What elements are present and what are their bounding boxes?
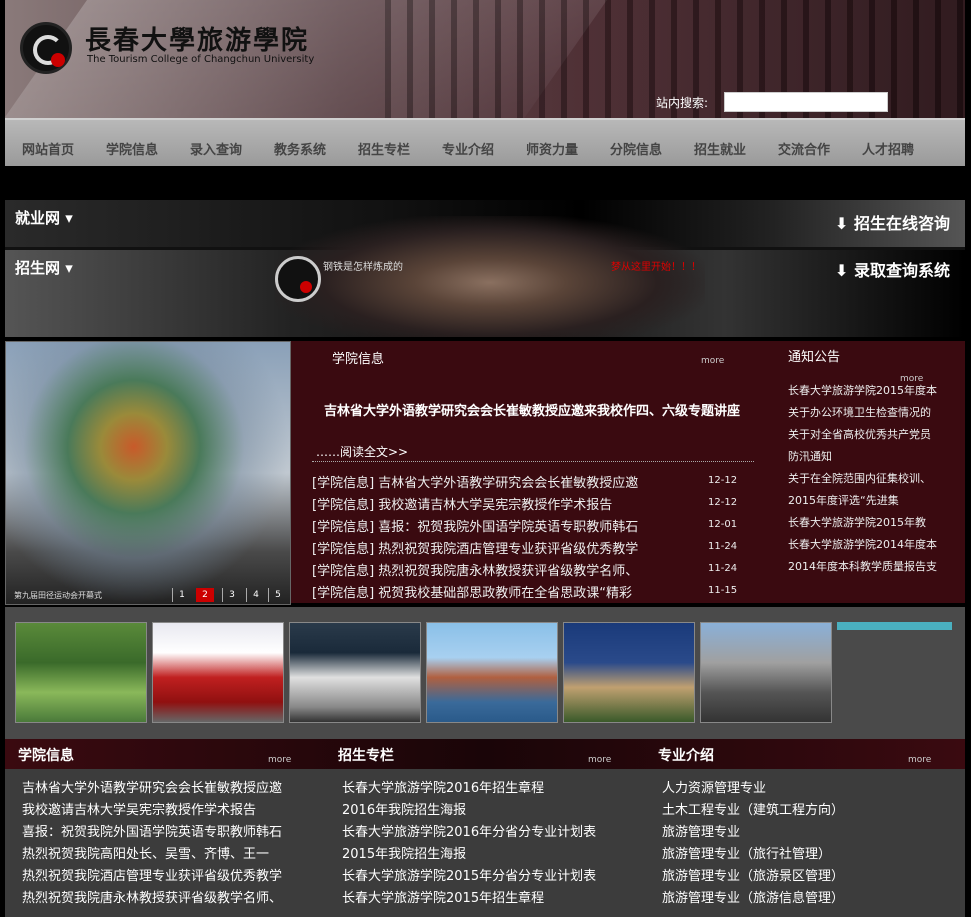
list-item[interactable]: 土木工程专业（建筑工程方向）: [662, 799, 952, 818]
nav-item-majors[interactable]: 专业介绍: [442, 139, 494, 158]
list-item[interactable]: 2015年我院招生海报: [342, 843, 632, 862]
arrow-down-icon: ▾: [65, 259, 73, 277]
campus-thumbnail[interactable]: [426, 622, 558, 723]
notice-title: 通知公告: [788, 350, 841, 365]
banner-logo-icon: [275, 256, 321, 302]
slideshow-page-4[interactable]: 4: [246, 588, 265, 602]
list-item[interactable]: 旅游管理专业（旅行社管理）: [662, 843, 952, 862]
banner-slogan-left: 钢铁是怎样炼成的: [323, 262, 403, 273]
list-item[interactable]: 人力资源管理专业: [662, 777, 952, 796]
list-item[interactable]: 我校邀请吉林大学吴宪宗教授作学术报告: [22, 799, 312, 818]
list-item[interactable]: 2016年我院招生海报: [342, 799, 632, 818]
headline-link[interactable]: 吉林省大学外语教学研究会会长崔敏教授应邀来我校作四、六级专题讲座: [312, 401, 752, 422]
slideshow-image[interactable]: [5, 341, 291, 605]
bottom-header-bar: [5, 739, 965, 769]
notice-item[interactable]: 长春大学旅游学院2014年度本: [788, 536, 950, 552]
list-item[interactable]: 长春大学旅游学院2015年分省分专业计划表: [342, 865, 632, 884]
col2-title: 招生专栏: [338, 748, 394, 764]
read-all-link[interactable]: ……阅读全文>>: [316, 443, 408, 460]
list-item[interactable]: 吉林省大学外语教学研究会会长崔敏教授应邀: [22, 777, 312, 796]
banner-slogan-right: 梦从这里开始！！！: [611, 262, 701, 273]
college-logo-icon[interactable]: [20, 22, 72, 74]
list-item[interactable]: 热烈祝贺我院唐永林教授获评省级教学名师、: [22, 887, 312, 906]
news-item[interactable]: [学院信息] 我校邀请吉林大学吴宪宗教授作学术报告 12-12: [312, 494, 752, 516]
notice-item[interactable]: 关于在全院范围内征集校训、: [788, 470, 950, 486]
list-item[interactable]: 旅游管理专业（旅游信息管理）: [662, 887, 952, 906]
list-item[interactable]: 旅游管理专业: [662, 821, 952, 840]
nav-item-employment[interactable]: 招生就业: [694, 139, 746, 158]
nav-item-branches[interactable]: 分院信息: [610, 139, 662, 158]
nav-item-query[interactable]: 录入查询: [190, 139, 242, 158]
news-item[interactable]: [学院信息] 喜报：祝贺我院外国语学院英语专职教师韩石 12-01: [312, 516, 752, 538]
college-news-title: 学院信息: [332, 352, 385, 367]
notice-item[interactable]: 关于办公环境卫生检查情况的: [788, 404, 950, 420]
admission-link[interactable]: 招生网 ▾: [15, 257, 73, 278]
notice-item[interactable]: 关于对全省高校优秀共产党员: [788, 426, 950, 442]
main-nav: 网站首页 学院信息 录入查询 教务系统 招生专栏 专业介绍 师资力量 分院信息 …: [5, 118, 965, 166]
list-item[interactable]: 热烈祝贺我院酒店管理专业获评省级优秀教学: [22, 865, 312, 884]
slideshow-page-5[interactable]: 5: [268, 588, 287, 602]
admission-query-link[interactable]: ⬇ 录取查询系统: [835, 257, 950, 281]
col3-more-link[interactable]: more: [908, 755, 931, 765]
list-item[interactable]: 长春大学旅游学院2016年分省分专业计划表: [342, 821, 632, 840]
notice-item[interactable]: 防汛通知: [788, 448, 950, 464]
nav-item-home[interactable]: 网站首页: [22, 139, 74, 158]
divider: [312, 461, 754, 462]
online-consult-link[interactable]: ⬇ 招生在线咨询: [835, 210, 950, 234]
nav-item-college-info[interactable]: 学院信息: [106, 139, 158, 158]
news-item[interactable]: [学院信息] 吉林省大学外语教学研究会会长崔敏教授应邀 12-12: [312, 472, 752, 494]
nav-item-exchange[interactable]: 交流合作: [778, 139, 830, 158]
news-item[interactable]: [学院信息] 祝贺我校基础部思政教师在全省思政课“精彩 11-15: [312, 582, 752, 604]
nav-item-admission[interactable]: 招生专栏: [358, 139, 410, 158]
col1-more-link[interactable]: more: [268, 755, 291, 765]
news-item[interactable]: [学院信息] 热烈祝贺我院唐永林教授获评省级教学名师、 11-24: [312, 560, 752, 582]
promo-banner: 就业网 ▾ 招生网 ▾ ⬇ 招生在线咨询 ⬇ 录取查询系统 钢铁是怎样炼成的 梦…: [5, 200, 965, 337]
list-item[interactable]: 喜报：祝贺我院外国语学院英语专职教师韩石: [22, 821, 312, 840]
col3-title: 专业介绍: [658, 748, 714, 764]
notice-item[interactable]: 2015年度评选“先进集: [788, 492, 950, 508]
nav-item-recruitment[interactable]: 人才招聘: [862, 139, 914, 158]
slideshow-page-3[interactable]: 3: [222, 588, 241, 602]
notice-item[interactable]: 长春大学旅游学院2015年教: [788, 514, 950, 530]
notice-item[interactable]: 2014年度本科教学质量报告支: [788, 558, 950, 574]
slideshow-page-1[interactable]: 1: [172, 588, 191, 602]
search-input[interactable]: [724, 92, 888, 112]
college-name-en: The Tourism College of Changchun Univers…: [87, 54, 315, 65]
employment-link[interactable]: 就业网 ▾: [15, 207, 73, 228]
campus-thumbnail[interactable]: [700, 622, 832, 723]
slideshow-caption: 第九届田径运动会开幕式: [14, 591, 102, 600]
athlete-image: [275, 216, 705, 337]
arrow-down-icon: ▾: [65, 209, 73, 227]
campus-thumbnail[interactable]: [289, 622, 421, 723]
nav-item-faculty[interactable]: 师资力量: [526, 139, 578, 158]
col2-more-link[interactable]: more: [588, 755, 611, 765]
campus-thumbnail[interactable]: [15, 622, 147, 723]
list-item[interactable]: 长春大学旅游学院2016年招生章程: [342, 777, 632, 796]
list-item[interactable]: 旅游管理专业（旅游景区管理）: [662, 865, 952, 884]
search-label: 站内搜索:: [656, 96, 709, 110]
notice-item[interactable]: 长春大学旅游学院2015年度本: [788, 382, 950, 398]
list-item[interactable]: 热烈祝贺我院高阳处长、吴雪、齐博、王一: [22, 843, 312, 862]
col1-title: 学院信息: [18, 748, 74, 764]
campus-thumbnail[interactable]: [152, 622, 284, 723]
gallery-scroll-indicator: [837, 622, 952, 630]
campus-thumbnail[interactable]: [563, 622, 695, 723]
college-name-cn[interactable]: 長春大學旅游學院: [85, 20, 309, 57]
arrow-down-icon: ⬇: [835, 214, 849, 233]
news-item[interactable]: [学院信息] 热烈祝贺我院酒店管理专业获评省级优秀教学 11-24: [312, 538, 752, 560]
list-item[interactable]: 长春大学旅游学院2015年招生章程: [342, 887, 632, 906]
nav-item-academic[interactable]: 教务系统: [274, 139, 326, 158]
arrow-down-icon: ⬇: [835, 261, 849, 280]
slideshow-page-2[interactable]: 2: [196, 588, 214, 602]
college-news-more-link[interactable]: more: [701, 356, 724, 366]
